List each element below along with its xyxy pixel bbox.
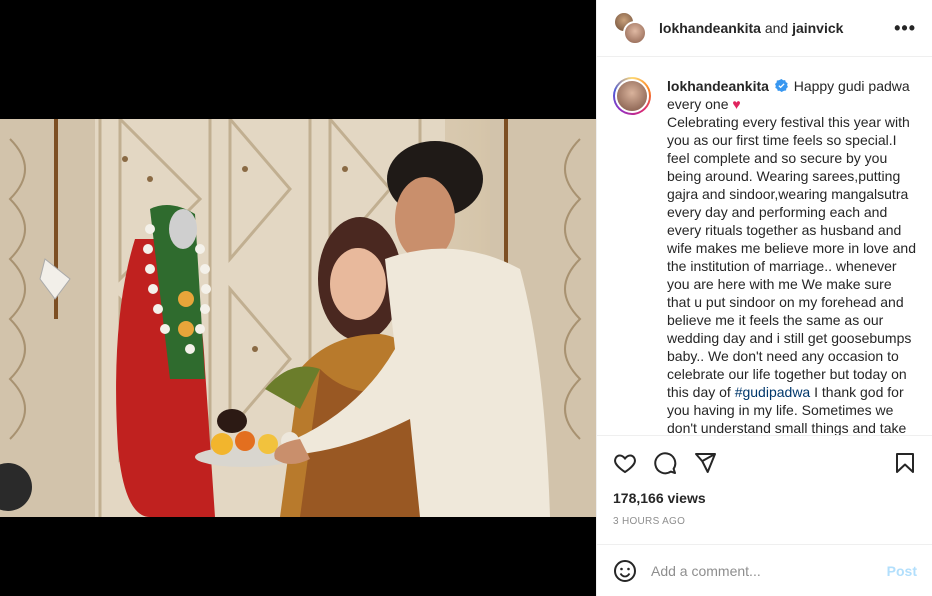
caption-area[interactable]: lokhandeankita Happy gudi padwa every on… <box>597 57 932 435</box>
avatar[interactable] <box>623 21 647 45</box>
post-header: lokhandeankita and jainvick ••• <box>597 0 932 57</box>
username-link[interactable]: lokhandeankita <box>659 20 761 36</box>
emoji-smiley-icon[interactable] <box>613 558 639 584</box>
verified-badge-icon <box>774 79 788 92</box>
post-side-panel: lokhandeankita and jainvick ••• lokhande… <box>596 0 932 596</box>
header-conjunction: and <box>764 20 789 36</box>
avatar[interactable] <box>613 77 651 115</box>
comment-input[interactable] <box>651 562 887 579</box>
post-media[interactable] <box>0 0 596 596</box>
caption-username[interactable]: lokhandeankita <box>667 78 769 94</box>
save-bookmark-icon[interactable] <box>885 443 925 483</box>
caption-text: lokhandeankita Happy gudi padwa every on… <box>667 77 917 435</box>
post-timestamp[interactable]: 3 HOURS AGO <box>613 516 685 527</box>
comment-bubble-icon[interactable] <box>645 443 685 483</box>
username-link[interactable]: jainvick <box>792 20 843 36</box>
share-send-icon[interactable] <box>685 443 725 483</box>
caption-body: Celebrating every festival this year wit… <box>667 114 917 400</box>
comment-bar: Post <box>597 544 932 596</box>
post-photo <box>0 119 596 517</box>
collab-avatars[interactable] <box>613 11 647 45</box>
heart-emoji-icon: ♥ <box>732 96 741 112</box>
more-options-icon[interactable]: ••• <box>894 18 916 39</box>
views-count[interactable]: 178,166 views <box>613 490 706 506</box>
post-button[interactable]: Post <box>887 563 917 579</box>
post-viewer: lokhandeankita and jainvick ••• lokhande… <box>0 0 932 596</box>
like-heart-icon[interactable] <box>605 443 645 483</box>
action-bar <box>597 435 932 489</box>
header-usernames: lokhandeankita and jainvick <box>659 20 894 36</box>
hashtag-link[interactable]: #gudipadwa <box>735 384 811 400</box>
caption-row: lokhandeankita Happy gudi padwa every on… <box>613 77 917 435</box>
